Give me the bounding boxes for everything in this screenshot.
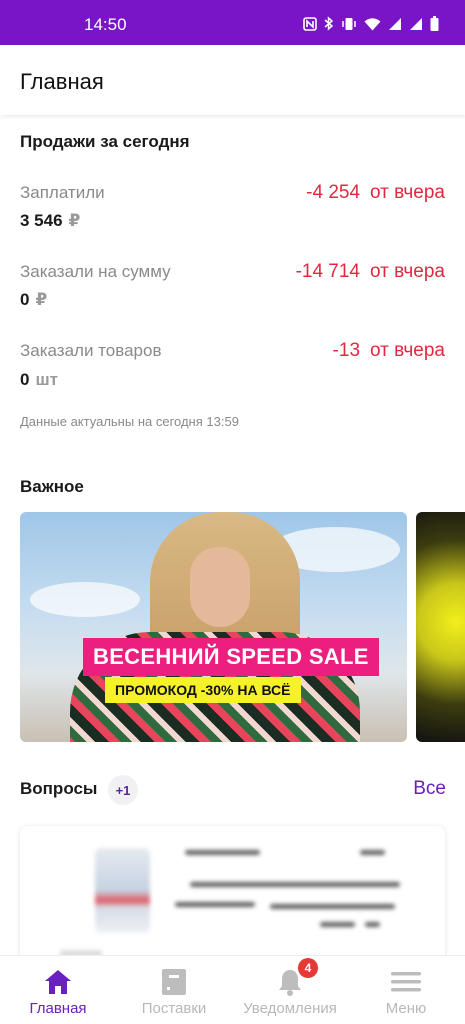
pieces-unit: шт [35,370,58,389]
metric-amount: 3 546 [20,211,63,230]
status-icons [303,16,439,34]
diff-amount: -14 714 [295,261,361,282]
model-face [190,547,250,627]
box-icon [159,968,189,996]
data-freshness-note: Данные актуальны на сегодня 13:59 [20,414,239,429]
blurred-text [320,922,355,927]
metric-label-paid: Заплатили [20,183,105,202]
bluetooth-icon [324,16,334,34]
important-section-title: Важное [20,477,84,496]
signal-icon [409,17,423,34]
metric-value-ordered-items: 0 шт [20,370,58,390]
blurred-text [190,882,400,887]
blurred-text [185,850,260,855]
metric-label-ordered-sum: Заказали на сумму [20,262,171,281]
nav-label: Уведомления [243,1000,337,1017]
vibrate-icon [341,17,357,34]
blurred-text [175,902,255,907]
metric-value-paid: 3 546 ₽ [20,211,80,231]
notifications-count-badge: 4 [298,958,318,978]
home-icon [43,968,73,996]
ruble-unit: ₽ [68,211,81,230]
questions-count-badge: +1 [108,775,138,805]
app-header: Главная [0,45,465,115]
status-bar: 14:50 [0,0,465,45]
nav-item-supplies[interactable]: Поставки [116,956,232,1024]
blurred-text [365,922,380,927]
blurred-text [270,904,395,909]
questions-section-title: Вопросы [20,779,98,798]
diff-reference: от вчера [370,340,445,361]
wifi-icon [364,17,381,34]
menu-icon [391,968,421,996]
diff-amount: -13 [332,340,361,361]
nav-label: Главная [29,1000,87,1017]
metric-value-ordered-sum: 0 ₽ [20,290,47,310]
nav-item-home[interactable]: Главная [0,956,116,1024]
blurred-text [360,850,385,855]
banner-headline: ВЕСЕННИЙ SPEED SALE [83,638,379,676]
cloud-shape [30,582,140,617]
diff-reference: от вчера [370,261,445,282]
metric-amount: 0 [20,290,30,309]
promo-banner[interactable]: ВЕСЕННИЙ SPEED SALE ПРОМОКОД -30% НА ВСЁ [20,512,407,742]
metric-diff-paid: -4 254 от вчера [306,182,445,204]
page-title: Главная [20,69,104,94]
bottom-navigation: Главная Поставки Уведомления Меню [0,955,465,1024]
battery-icon [430,16,439,34]
status-time: 14:50 [84,15,127,34]
diff-reference: от вчера [370,182,445,203]
product-thumbnail [95,848,150,933]
nfc-icon [303,16,317,34]
nav-item-menu[interactable]: Меню [348,956,464,1024]
diff-amount: -4 254 [306,182,361,203]
nav-item-notifications[interactable]: Уведомления [232,956,348,1024]
metric-diff-ordered-sum: -14 714 от вчера [296,261,445,283]
questions-all-link[interactable]: Все [413,778,446,800]
metric-amount: 0 [20,370,30,389]
question-card[interactable] [20,826,445,976]
metric-label-ordered-items: Заказали товаров [20,341,162,360]
signal-icon [388,17,402,34]
nav-label: Меню [385,1000,427,1017]
ruble-unit: ₽ [35,290,48,309]
nav-label: Поставки [141,1000,207,1017]
promo-banner-next[interactable] [416,512,465,742]
metric-diff-ordered-items: -13 от вчера [333,340,445,362]
banner-promo-code: ПРОМОКОД -30% НА ВСЁ [105,677,301,703]
sales-section-title: Продажи за сегодня [20,132,190,151]
